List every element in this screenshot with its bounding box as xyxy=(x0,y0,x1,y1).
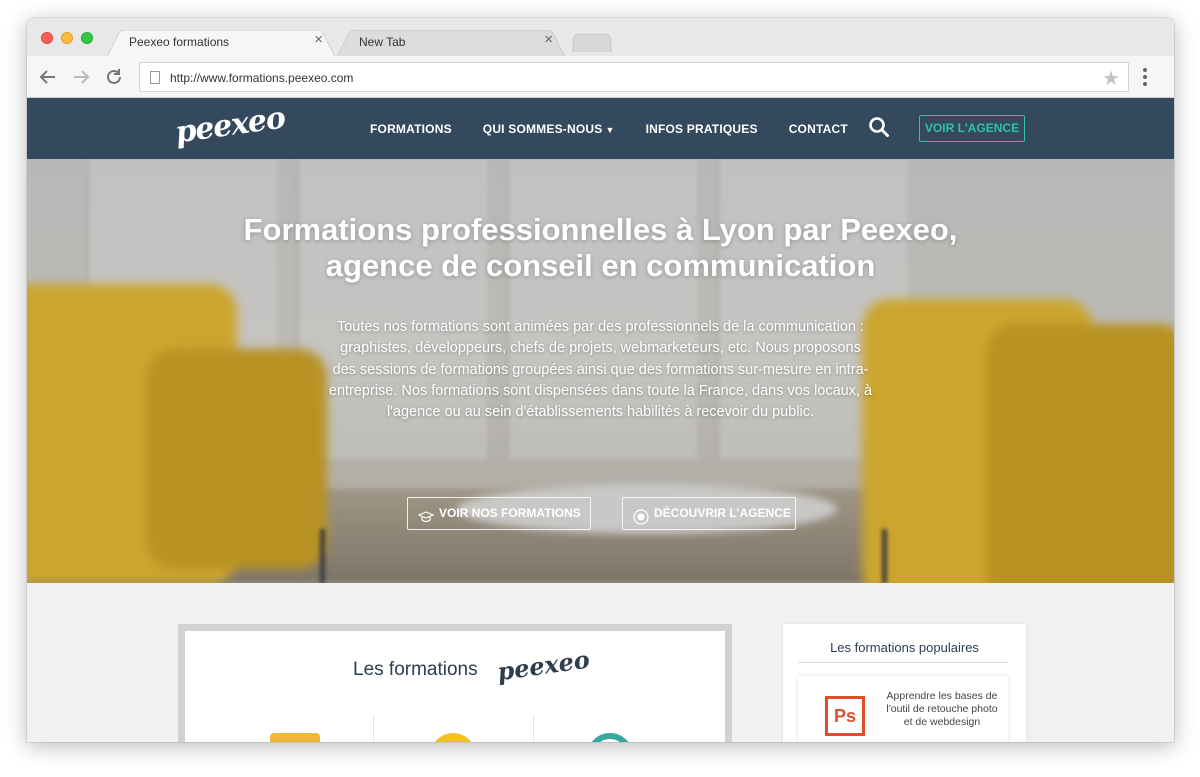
category-illustration-icon[interactable] xyxy=(270,733,320,742)
nav-item-formations[interactable]: FORMATIONS xyxy=(370,122,452,136)
hero-title-line: Formations professionnelles à Lyon par P… xyxy=(243,212,958,247)
site-logo[interactable]: peexeo xyxy=(173,101,287,151)
address-bar[interactable]: http://www.formations.peexeo.com ★ xyxy=(139,62,1129,92)
maximize-window-button[interactable] xyxy=(81,32,93,44)
button-label: VOIR NOS FORMATIONS xyxy=(439,506,581,520)
bookmark-star-icon[interactable]: ★ xyxy=(1102,66,1120,91)
browser-toolbar: http://www.formations.peexeo.com ★ xyxy=(27,56,1174,98)
site-navbar: peexeo FORMATIONS QUI SOMMES-NOUS ▼ INFOS… xyxy=(27,98,1174,159)
back-arrow-icon[interactable] xyxy=(35,64,61,90)
url-text[interactable]: http://www.formations.peexeo.com xyxy=(170,71,353,85)
reload-icon[interactable] xyxy=(101,64,127,90)
main-nav: FORMATIONS QUI SOMMES-NOUS ▼ INFOS PRATIQ… xyxy=(370,122,848,136)
voir-formations-button[interactable]: VOIR NOS FORMATIONS xyxy=(407,497,591,530)
formations-card: Les formations peexeo xyxy=(178,624,732,742)
popular-formation-item[interactable]: Ps Apprendre les bases de l'outil de ret… xyxy=(798,676,1008,742)
nav-item-qui-sommes-nous[interactable]: QUI SOMMES-NOUS ▼ xyxy=(483,122,615,136)
tab-title: New Tab xyxy=(359,35,406,49)
card-logo: peexeo xyxy=(495,644,592,687)
close-window-button[interactable] xyxy=(41,32,53,44)
page-viewport: peexeo FORMATIONS QUI SOMMES-NOUS ▼ INFOS… xyxy=(27,98,1174,742)
popular-formations-panel: Les formations populaires Ps Apprendre l… xyxy=(783,624,1026,742)
decouvrir-agence-button[interactable]: DÉCOUVRIR L'AGENCE xyxy=(622,497,796,530)
button-label: DÉCOUVRIR L'AGENCE xyxy=(654,506,791,520)
tab-title: Peexeo formations xyxy=(129,35,230,49)
hero-description: Toutes nos formations sont animées par d… xyxy=(328,319,873,421)
browser-window: Peexeo formations × New Tab × http://www… xyxy=(27,18,1174,742)
new-tab-button[interactable] xyxy=(572,32,612,52)
voir-agence-button[interactable]: VOIR L'AGENCE xyxy=(919,115,1025,142)
hero-section: Formations professionnelles à Lyon par P… xyxy=(27,159,1174,583)
tab-peexeo-formations[interactable]: Peexeo formations × xyxy=(107,26,335,56)
caret-down-icon: ▼ xyxy=(605,125,615,135)
forward-arrow-icon[interactable] xyxy=(68,64,94,90)
tab-close-icon[interactable]: × xyxy=(314,32,323,47)
nav-item-contact[interactable]: CONTACT xyxy=(789,122,848,136)
card-title: Les formations xyxy=(353,659,478,680)
formation-label[interactable]: Apprendre les bases de l'outil de retouc… xyxy=(886,690,998,729)
page-icon xyxy=(150,71,160,84)
photoshop-icon: Ps xyxy=(825,696,865,736)
browser-menu-icon[interactable] xyxy=(1143,68,1149,86)
nav-item-label: QUI SOMMES-NOUS xyxy=(482,122,603,136)
divider xyxy=(798,662,1008,663)
minimize-window-button[interactable] xyxy=(61,32,73,44)
column-divider xyxy=(533,715,534,742)
hero-title: Formations professionnelles à Lyon par P… xyxy=(27,212,1174,284)
agency-badge-icon xyxy=(633,506,649,525)
tab-close-icon[interactable]: × xyxy=(544,32,553,47)
search-icon[interactable] xyxy=(868,116,890,138)
tab-new-tab[interactable]: New Tab × xyxy=(337,26,565,56)
nav-item-infos-pratiques[interactable]: INFOS PRATIQUES xyxy=(646,122,758,136)
column-divider xyxy=(373,715,374,742)
graduation-cap-icon xyxy=(417,506,435,523)
category-illustration-icon[interactable] xyxy=(587,733,633,742)
panel-title: Les formations populaires xyxy=(830,640,979,655)
tab-strip: Peexeo formations × New Tab × xyxy=(27,18,1174,56)
category-illustration-icon[interactable] xyxy=(430,733,476,742)
hero-title-line: agence de conseil en communication xyxy=(325,248,876,283)
